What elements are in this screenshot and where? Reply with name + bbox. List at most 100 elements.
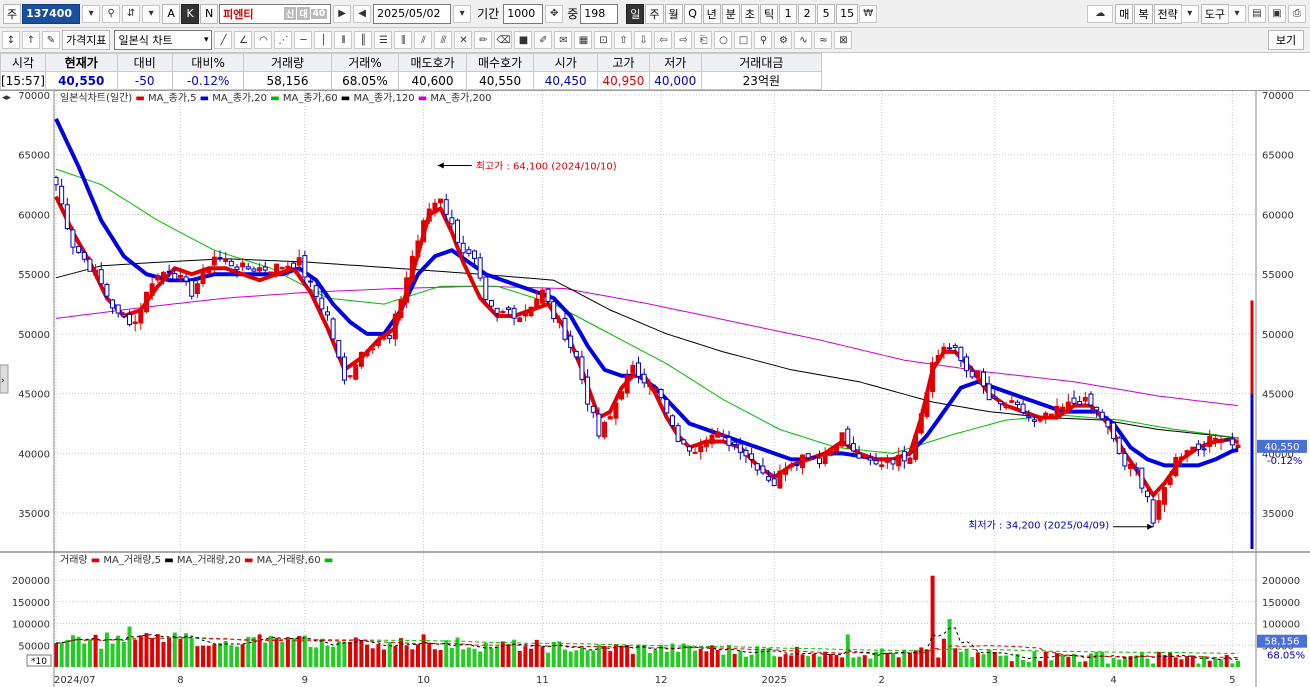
stock-code-input[interactable]: 137400 [22, 3, 81, 24]
volume-bar [274, 637, 279, 667]
indicator-button[interactable]: 가격지표 [62, 30, 111, 50]
fan-line-icon[interactable]: ⋰ [274, 31, 293, 49]
channel-icon[interactable]: ⫽ [414, 31, 433, 49]
image-icon[interactable]: ▦ [574, 31, 593, 49]
timeframe-year[interactable]: 년 [702, 3, 721, 24]
timeframe-month[interactable]: 월 [664, 3, 683, 24]
gann-icon[interactable]: ✕ [454, 31, 473, 49]
candle-body [822, 453, 828, 464]
timeframe-minute[interactable]: 분 [721, 3, 740, 24]
market-selector[interactable]: 주 [3, 3, 22, 24]
wave-chart-icon[interactable]: ∿ [794, 31, 813, 49]
tools-dropdown-icon[interactable]: ▾ [1228, 4, 1246, 23]
candle-body [522, 311, 528, 317]
timeframe-week[interactable]: 주 [645, 3, 664, 24]
scroll-arrows-icon[interactable]: ◂▸ [2, 93, 12, 103]
volume-bar [687, 645, 692, 667]
cycle-lines-icon[interactable]: ⫼ [394, 31, 413, 49]
brush-icon[interactable]: ✐ [534, 31, 553, 49]
text-note-icon[interactable]: ✉ [554, 31, 573, 49]
chevron-right-icon[interactable]: › [1, 376, 5, 386]
timeframe-tick[interactable]: 틱 [760, 3, 779, 24]
timeframe-second[interactable]: 초 [740, 3, 760, 24]
zoom-icon[interactable]: ⚲ [754, 31, 773, 49]
candle-body [466, 249, 472, 254]
angle-line-icon[interactable]: ∠ [234, 31, 253, 49]
candle-body [890, 458, 896, 465]
timeframe-day[interactable]: 일 [626, 3, 645, 24]
folder-icon[interactable]: ▤ [1248, 4, 1266, 23]
toggle-n-button[interactable]: N [200, 3, 219, 24]
stock-chart[interactable]: 35000 3500040000 4000045000 4500050000 50000… [0, 91, 1310, 687]
volume-tick-right: 150000 [1262, 598, 1300, 609]
volume-bar [189, 638, 194, 667]
chart-type-select[interactable]: 일본식 차트 ▾ [114, 30, 213, 50]
fibonacci-time-icon[interactable]: ⦀ [334, 31, 353, 49]
oscillator-icon[interactable]: ≈ [814, 31, 833, 49]
delete-all-icon[interactable]: ⊠ [834, 31, 853, 49]
print-icon[interactable]: ⎙ [1288, 4, 1306, 23]
save-icon[interactable]: ▣ [1268, 4, 1286, 23]
timeframe-1[interactable]: 1 [779, 3, 798, 24]
dropdown-arrow-icon[interactable]: ▾ [82, 4, 101, 23]
arrow-up-down-icon[interactable]: ↕ [2, 31, 20, 49]
candle-body [257, 267, 263, 272]
eraser-icon[interactable]: ⌫ [494, 31, 513, 49]
view-button[interactable]: 보기 [1268, 30, 1304, 50]
copy-button[interactable]: 복 [1134, 3, 1153, 24]
timeframe-quarter[interactable]: Q [683, 3, 702, 24]
move-left-icon[interactable]: ⇦ [654, 31, 673, 49]
pencil-icon[interactable]: ✏ [474, 31, 493, 49]
color-palette-icon[interactable]: ■ [514, 31, 533, 49]
expand-icon[interactable]: ⊡ [594, 31, 613, 49]
timeframe-15[interactable]: 15 [836, 3, 859, 24]
trend-line-icon[interactable]: ╱ [214, 31, 233, 49]
volume-bar [1230, 663, 1235, 667]
edit-icon[interactable]: ✎ [42, 31, 60, 49]
chevron-up-icon[interactable]: ↑ [22, 31, 40, 49]
volume-bar [947, 619, 952, 667]
gear-icon[interactable]: ⚙ [774, 31, 793, 49]
play-back-icon[interactable]: ◀ [353, 4, 372, 23]
candle-body [1128, 463, 1134, 470]
toggle-k-button[interactable]: K [181, 3, 200, 24]
arc-icon[interactable]: ◠ [254, 31, 273, 49]
circle-icon[interactable]: ○ [714, 31, 733, 49]
period-lines-icon[interactable]: ║ [354, 31, 373, 49]
tools-button[interactable]: 도구 [1200, 3, 1229, 24]
volume-bar [116, 635, 121, 667]
rectangle-icon[interactable]: □ [734, 31, 753, 49]
fibonacci-retracement-icon[interactable]: ☰ [374, 31, 393, 49]
candle-body [585, 376, 591, 405]
horizontal-line-icon[interactable]: ─ [294, 31, 313, 49]
strategy-dropdown-icon[interactable]: ▾ [1180, 4, 1199, 23]
toggle-a-button[interactable]: A [162, 3, 181, 24]
search-icon[interactable]: ⚲ [102, 4, 121, 23]
candle-body [1060, 406, 1066, 410]
move-down-icon[interactable]: ⇩ [634, 31, 653, 49]
stock-name-field[interactable]: 피엔티 신 대 40 [219, 3, 332, 24]
calendar-dropdown-icon[interactable]: ▾ [453, 4, 472, 23]
vertical-line-icon[interactable]: │ [314, 31, 333, 49]
play-forward-icon[interactable]: ▶ [333, 4, 352, 23]
buy-button[interactable]: 매 [1115, 3, 1134, 24]
timeframe-5[interactable]: 5 [817, 3, 836, 24]
price-tick-left: 65000 [18, 151, 50, 162]
strategy-button[interactable]: 전략 [1153, 3, 1182, 24]
crosshair-icon[interactable]: ✥ [545, 4, 564, 23]
candle-body [313, 285, 319, 297]
count-input[interactable]: 198 [580, 3, 619, 24]
sort-icon[interactable]: ⇵ [122, 4, 141, 23]
move-up-icon[interactable]: ⇧ [614, 31, 633, 49]
date-field[interactable]: 2025/05/02 [373, 3, 452, 24]
chevron-down-icon[interactable]: ▾ [142, 4, 161, 23]
parallel-lines-icon[interactable]: ⫻ [434, 31, 453, 49]
move-right-icon[interactable]: ⇨ [674, 31, 693, 49]
period-input[interactable]: 1000 [503, 3, 544, 24]
clipboard-icon[interactable]: ⎗ [694, 31, 713, 49]
timeframe-2[interactable]: 2 [798, 3, 817, 24]
cloud-icon[interactable]: ☁ [1087, 4, 1114, 23]
price-tick-left: 55000 [18, 270, 50, 281]
volume-bar [421, 634, 426, 667]
custom-interval-icon[interactable]: ₩ [859, 4, 878, 23]
